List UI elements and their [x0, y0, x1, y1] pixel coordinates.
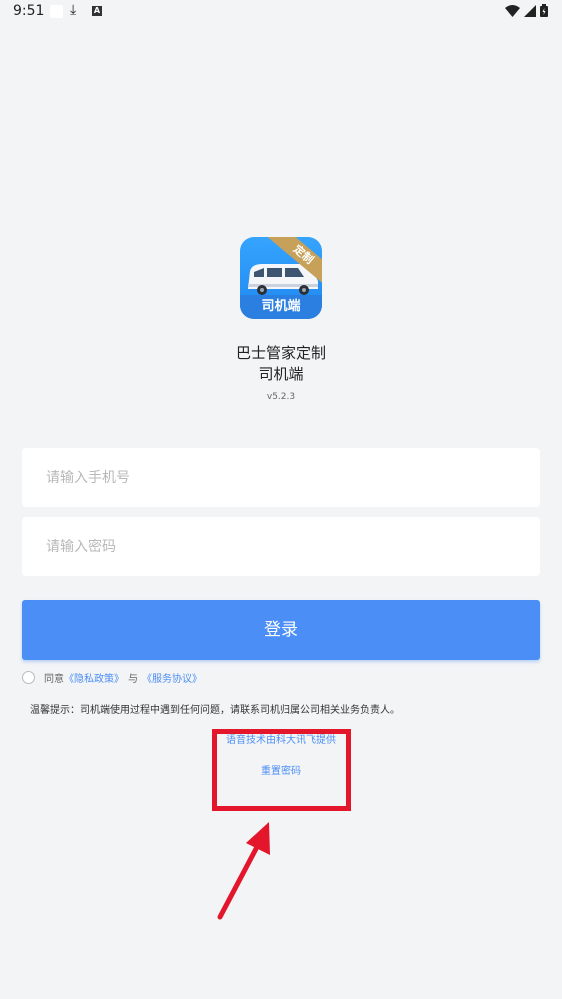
status-time: 9:51 [13, 3, 45, 19]
a-badge-icon: A [92, 6, 102, 16]
signal-icon [524, 4, 536, 17]
login-button[interactable]: 登录 [22, 600, 540, 660]
battery-icon [540, 4, 548, 17]
phone-input[interactable] [22, 448, 540, 507]
status-indicators [505, 4, 548, 17]
agree-checkbox[interactable] [22, 670, 35, 684]
wifi-icon [505, 4, 520, 17]
annotation-arrow-icon [217, 822, 270, 920]
agree-prefix: 同意 [44, 673, 64, 685]
tip-text: 温馨提示：司机端使用过程中遇到任何问题，请联系司机归属公司相关业务负责人。 [30, 705, 400, 716]
agree-connector: 与 [128, 673, 138, 685]
app-icon-label: 司机端 [261, 299, 301, 314]
service-agreement-link[interactable]: 《服务协议》 [142, 670, 202, 685]
privacy-policy-link[interactable]: 《隐私政策》 [64, 670, 124, 685]
notification-box-icon [50, 5, 63, 18]
app-name-line2: 司机端 [258, 365, 304, 383]
app-name: 巴士管家定制 司机端 [0, 343, 562, 385]
download-icon: ⤓ [70, 2, 77, 18]
password-input[interactable] [22, 517, 540, 576]
status-bar: 9:51 ⤓ A [0, 0, 562, 24]
app-version: v5.2.3 [266, 392, 296, 402]
agreement-row: 同意 《隐私政策》 与 《服务协议》 [22, 668, 202, 686]
app-logo: 定制 司机端 [240, 237, 322, 319]
app-name-line1: 巴士管家定制 [235, 344, 326, 362]
highlight-box [212, 729, 351, 811]
